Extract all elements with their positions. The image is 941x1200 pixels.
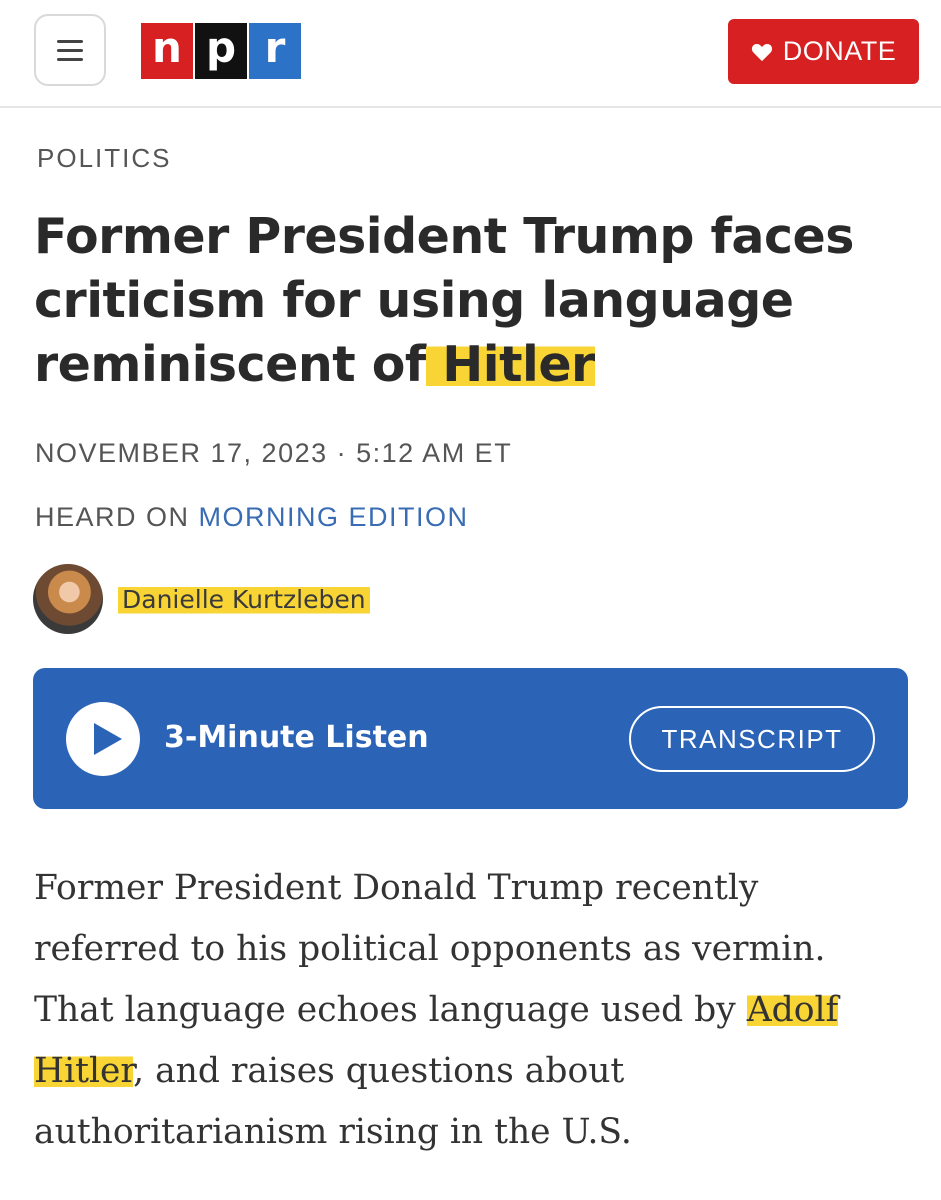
hamburger-menu-button[interactable] [34,14,106,86]
transcript-button[interactable]: TRANSCRIPT [629,706,875,772]
donate-button[interactable]: DONATE [728,19,919,84]
npr-logo[interactable]: n p r [141,23,301,79]
play-icon [94,723,122,755]
logo-letter-n: n [141,23,193,79]
logo-letter-r: r [249,23,301,79]
heart-icon [751,43,772,61]
heard-on-prefix: HEARD ON [35,502,199,532]
author-avatar[interactable] [33,564,103,634]
listen-duration-label[interactable]: 3-Minute Listen [164,720,429,755]
donate-label: DONATE [782,36,897,66]
site-header: n p r DONATE [0,0,941,108]
morning-edition-link[interactable]: MORNING EDITION [199,502,469,532]
section-label[interactable]: POLITICS [37,143,171,174]
article-teaser: Former President Donald Trump recently r… [34,858,914,1163]
teaser-text: Former President Donald Trump recently r… [34,868,826,1030]
article-dateline: NOVEMBER 17, 2023 · 5:12 AM ET [35,438,513,468]
article-headline: Former President Trump faces criticism f… [34,205,914,397]
logo-letter-p: p [195,23,247,79]
menu-icon-line [57,39,83,43]
headline-highlight: Hitler [425,336,595,393]
audio-player-bar: 3-Minute Listen TRANSCRIPT [33,668,908,809]
menu-icon-line [57,57,83,61]
heard-on-line: HEARD ON MORNING EDITION [35,502,469,533]
play-button[interactable] [66,702,140,776]
menu-icon-line [57,48,83,52]
author-byline-link[interactable]: Danielle Kurtzleben [118,583,370,616]
